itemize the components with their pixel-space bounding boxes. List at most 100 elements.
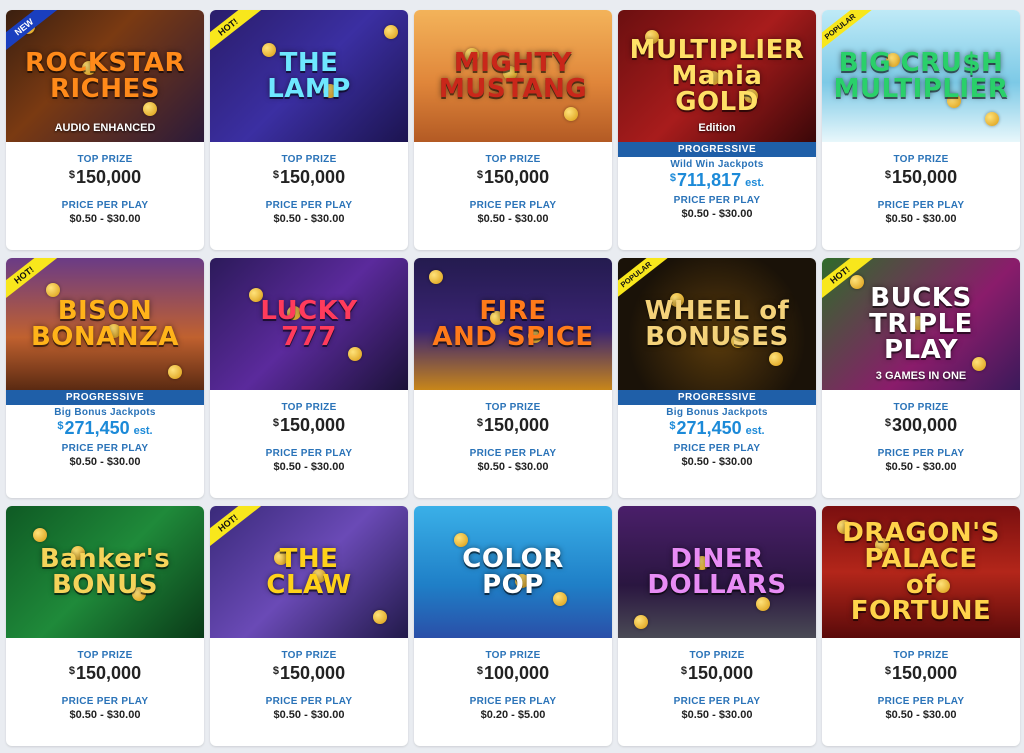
top-prize-value: $150,000	[681, 663, 753, 684]
game-info: TOP PRIZE $150,000 PRICE PER PLAY $0.50 - $…	[618, 638, 816, 746]
price-per-play-label: PRICE PER PLAY	[265, 696, 353, 707]
coin-decoration	[46, 283, 60, 297]
top-prize-label: TOP PRIZE	[485, 650, 541, 661]
progressive-bar: PROGRESSIVE	[618, 142, 816, 157]
game-title: THE LAMP	[267, 48, 351, 104]
price-per-play-label: PRICE PER PLAY	[469, 200, 557, 211]
top-prize-amount: 150,000	[484, 415, 550, 435]
game-art[interactable]: THE CLAW HOT!	[210, 506, 408, 638]
top-prize-label: TOP PRIZE	[893, 154, 949, 165]
currency-symbol: $	[272, 417, 280, 429]
game-card[interactable]: MULTIPLIER Mania GOLD Edition PROGRESSIVE W…	[618, 10, 816, 250]
top-prize-label: TOP PRIZE	[281, 650, 337, 661]
game-card[interactable]: THE CLAW HOT! TOP PRIZE $150,000 PRICE PER P…	[210, 506, 408, 746]
top-prize-label: TOP PRIZE	[485, 154, 541, 165]
estimate-label: est.	[745, 177, 765, 189]
game-art[interactable]: BISON BONANZA HOT!	[6, 258, 204, 390]
game-art[interactable]: DINER DOLLARS	[618, 506, 816, 638]
game-info: TOP PRIZE $150,000 PRICE PER PLAY $0.50 - $…	[414, 142, 612, 250]
top-prize-label: TOP PRIZE	[77, 650, 133, 661]
game-card[interactable]: DRAGON'S PALACE of FORTUNE TOP PRIZE $150,…	[822, 506, 1020, 746]
jackpot-label: Big Bonus Jackpots	[666, 407, 768, 418]
currency-symbol: $	[68, 169, 76, 181]
price-range: $0.50 - $30.00	[885, 213, 957, 225]
game-card[interactable]: FIRE AND SPICE TOP PRIZE $150,000 PRICE PER…	[414, 258, 612, 498]
price-range: $0.50 - $30.00	[273, 213, 345, 225]
top-prize-value: $150,000	[273, 167, 345, 188]
estimate-label: est.	[745, 425, 765, 437]
currency-symbol: $	[57, 420, 64, 432]
coin-decoration	[769, 352, 783, 366]
game-card[interactable]: LUCKY 777 TOP PRIZE $150,000 PRICE PER PLAY…	[210, 258, 408, 498]
game-title: BIG CRU$H MULTIPLIER	[833, 48, 1009, 104]
game-art[interactable]: MIGHTY MUSTANG	[414, 10, 612, 142]
game-title: FIRE AND SPICE	[432, 296, 594, 352]
price-per-play-label: PRICE PER PLAY	[673, 195, 761, 206]
game-art[interactable]: BIG CRU$H MULTIPLIER POPULAR	[822, 10, 1020, 142]
currency-symbol: $	[884, 169, 892, 181]
game-card[interactable]: Banker's BONUS TOP PRIZE $150,000 PRICE PER…	[6, 506, 204, 746]
top-prize-label: TOP PRIZE	[689, 650, 745, 661]
game-card[interactable]: WHEEL of BONUSES POPULAR PROGRESSIVE Big Bo…	[618, 258, 816, 498]
currency-symbol: $	[669, 172, 677, 184]
game-art[interactable]: FIRE AND SPICE	[414, 258, 612, 390]
coin-decoration	[985, 112, 999, 126]
price-range: $0.50 - $30.00	[69, 709, 141, 721]
coin-decoration	[168, 365, 182, 379]
game-art[interactable]: LUCKY 777	[210, 258, 408, 390]
top-prize-label: TOP PRIZE	[893, 402, 949, 413]
jackpot-value: $271,450 est.	[669, 418, 764, 439]
game-card[interactable]: THE LAMP HOT! TOP PRIZE $150,000 PRICE PER P…	[210, 10, 408, 250]
game-info: Wild Win Jackpots $711,817 est. PRICE PER P…	[618, 157, 816, 250]
top-prize-value: $150,000	[273, 663, 345, 684]
jackpot-label: Big Bonus Jackpots	[54, 407, 156, 418]
price-range: $0.50 - $30.00	[681, 208, 753, 220]
game-info: TOP PRIZE $150,000 PRICE PER PLAY $0.50 - $…	[210, 638, 408, 746]
jackpot-value: $711,817 est.	[670, 170, 764, 191]
price-per-play-label: PRICE PER PLAY	[265, 200, 353, 211]
game-title: MIGHTY MUSTANG	[438, 48, 588, 104]
top-prize-value: $150,000	[273, 415, 345, 436]
game-card[interactable]: DINER DOLLARS TOP PRIZE $150,000 PRICE PER …	[618, 506, 816, 746]
coin-decoration	[564, 107, 578, 121]
top-prize-amount: 150,000	[76, 167, 142, 187]
game-art[interactable]: Banker's BONUS	[6, 506, 204, 638]
top-prize-amount: 150,000	[688, 663, 754, 683]
top-prize-value: $100,000	[477, 663, 549, 684]
game-title: LUCKY 777	[260, 296, 358, 352]
top-prize-amount: 150,000	[280, 415, 346, 435]
price-range: $0.50 - $30.00	[681, 456, 753, 468]
game-card[interactable]: BUCKS TRIPLE PLAY 3 GAMES IN ONE HOT! TOP P…	[822, 258, 1020, 498]
coin-decoration	[33, 528, 47, 542]
top-prize-label: TOP PRIZE	[281, 154, 337, 165]
game-info: TOP PRIZE $150,000 PRICE PER PLAY $0.50 - $…	[822, 142, 1020, 250]
jackpot-value: $271,450 est.	[57, 418, 152, 439]
price-per-play-label: PRICE PER PLAY	[877, 696, 965, 707]
game-art[interactable]: COLOR POP	[414, 506, 612, 638]
price-range: $0.50 - $30.00	[69, 213, 141, 225]
currency-symbol: $	[669, 420, 676, 432]
currency-symbol: $	[476, 169, 484, 181]
game-art[interactable]: THE LAMP HOT!	[210, 10, 408, 142]
currency-symbol: $	[476, 417, 484, 429]
game-art[interactable]: MULTIPLIER Mania GOLD Edition	[618, 10, 816, 142]
top-prize-label: TOP PRIZE	[485, 402, 541, 413]
game-card[interactable]: BISON BONANZA HOT! PROGRESSIVE Big Bonus Ja…	[6, 258, 204, 498]
game-art[interactable]: BUCKS TRIPLE PLAY 3 GAMES IN ONE HOT!	[822, 258, 1020, 390]
game-art[interactable]: DRAGON'S PALACE of FORTUNE	[822, 506, 1020, 638]
game-card[interactable]: ROCKSTAR RICHES AUDIO ENHANCED NEW TOP PRIZ…	[6, 10, 204, 250]
game-card[interactable]: MIGHTY MUSTANG TOP PRIZE $150,000 PRICE PER…	[414, 10, 612, 250]
game-title: BISON BONANZA	[30, 296, 180, 352]
game-info: TOP PRIZE $100,000 PRICE PER PLAY $0.20 - $…	[414, 638, 612, 746]
game-art[interactable]: WHEEL of BONUSES POPULAR	[618, 258, 816, 390]
currency-symbol: $	[680, 665, 688, 677]
currency-symbol: $	[884, 665, 892, 677]
currency-symbol: $	[476, 665, 484, 677]
game-card[interactable]: BIG CRU$H MULTIPLIER POPULAR TOP PRIZE $150…	[822, 10, 1020, 250]
jackpot-amount: 271,450	[676, 418, 742, 438]
price-per-play-label: PRICE PER PLAY	[61, 200, 149, 211]
game-card[interactable]: COLOR POP TOP PRIZE $100,000 PRICE PER PLAY…	[414, 506, 612, 746]
game-art[interactable]: ROCKSTAR RICHES AUDIO ENHANCED NEW	[6, 10, 204, 142]
price-per-play-label: PRICE PER PLAY	[673, 443, 761, 454]
game-info: TOP PRIZE $150,000 PRICE PER PLAY $0.50 - $…	[414, 390, 612, 498]
